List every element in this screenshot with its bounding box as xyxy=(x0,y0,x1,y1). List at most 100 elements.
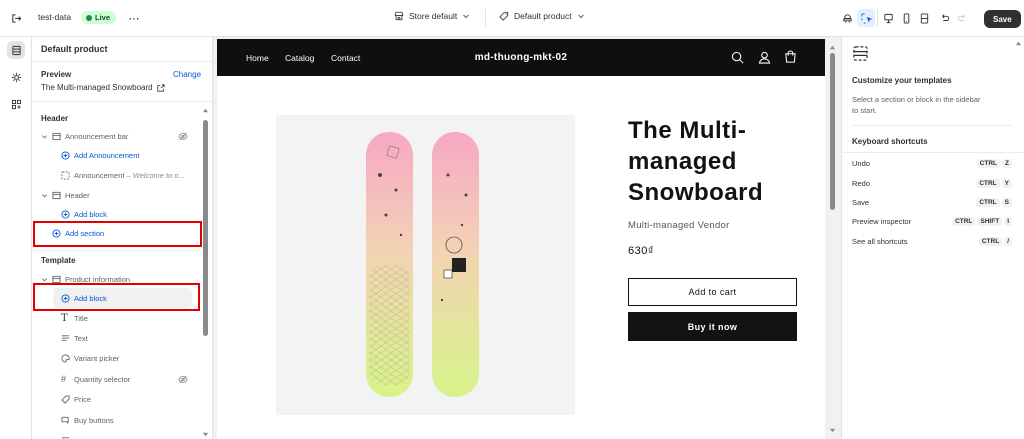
right-panel-scrollbar[interactable] xyxy=(1013,37,1024,439)
cart-icon[interactable] xyxy=(784,50,797,64)
chevron-down-icon xyxy=(463,14,470,19)
product-image[interactable] xyxy=(276,115,575,415)
save-button[interactable]: Save xyxy=(984,10,1021,28)
live-label: Live xyxy=(95,13,111,22)
live-dot-icon xyxy=(86,14,92,21)
select-element-icon[interactable] xyxy=(857,9,875,27)
chevron-down-icon xyxy=(42,277,47,281)
kbd-key: Z xyxy=(1002,159,1012,168)
buy-now-button[interactable]: Buy it now xyxy=(628,312,797,341)
shortcut-label: Redo xyxy=(852,178,870,188)
chevron-down-icon xyxy=(577,14,584,19)
block-buy-buttons[interactable]: Buy buttons xyxy=(32,410,202,430)
product-title-line: Snowboard xyxy=(628,179,764,206)
scroll-up-arrow-icon[interactable] xyxy=(1015,40,1022,47)
divider xyxy=(842,152,1024,153)
product-vendor: Multi-managed Vendor xyxy=(628,220,730,231)
row-label: Announcement xyxy=(74,170,125,180)
right-panel: Customize your templates Select a sectio… xyxy=(841,37,1024,439)
description-line: Select a section or block in the sidebar xyxy=(852,95,981,104)
kbd-key: CTRL xyxy=(976,198,1000,207)
snowboard-left xyxy=(366,132,413,397)
text-lines-icon xyxy=(61,436,70,438)
snowboard-illustration xyxy=(366,132,479,397)
fullscreen-icon[interactable] xyxy=(915,9,933,27)
live-status-badge: Live xyxy=(81,11,117,24)
preview-scroll-thumb[interactable] xyxy=(830,53,835,210)
block-variant-picker[interactable]: Variant picker xyxy=(32,348,202,368)
sections-icon[interactable] xyxy=(7,41,25,59)
divider xyxy=(877,9,878,27)
sections-sidebar: Default product Preview Change The Multi… xyxy=(32,37,213,439)
kbd-key: CTRL xyxy=(978,237,1003,246)
inspector-icon[interactable] xyxy=(838,9,856,27)
scroll-down-arrow-icon[interactable] xyxy=(829,427,836,434)
shortcut-row: Preview inspector CTRL SHIFT I xyxy=(852,214,1012,228)
search-icon[interactable] xyxy=(731,51,744,64)
add-announcement-button[interactable]: Add Announcement xyxy=(32,145,202,165)
add-to-cart-button[interactable]: Add to cart xyxy=(628,278,797,306)
account-icon[interactable] xyxy=(758,51,771,64)
price-tag-icon xyxy=(61,394,70,404)
section-announcement-bar[interactable]: Announcement bar xyxy=(32,126,202,146)
row-label: Text xyxy=(74,333,88,343)
divider xyxy=(32,250,202,251)
shortcut-label: Undo xyxy=(852,158,870,168)
row-label: Header xyxy=(65,190,90,200)
theme-settings-icon[interactable] xyxy=(7,68,25,86)
block-text[interactable]: Text xyxy=(32,328,202,348)
section-header[interactable]: Header xyxy=(32,185,202,205)
block-title[interactable]: T Title xyxy=(32,308,202,328)
kbd-key: S xyxy=(1001,198,1012,207)
kbd-key: CTRL xyxy=(976,159,1001,168)
top-bar: test-data Live ⋯ Store default Default p… xyxy=(0,0,1024,37)
eye-off-icon[interactable] xyxy=(178,375,188,384)
eye-off-icon[interactable] xyxy=(178,132,188,141)
desktop-view-icon[interactable] xyxy=(879,9,897,27)
change-preview-link[interactable]: Change xyxy=(173,70,201,79)
scroll-up-arrow-icon[interactable] xyxy=(829,44,836,51)
store-select[interactable]: Store default xyxy=(394,11,470,21)
apps-icon[interactable] xyxy=(7,95,25,113)
shortcut-row: Undo CTRL Z xyxy=(852,156,1012,170)
block-quantity-selector[interactable]: # Quantity selector xyxy=(32,369,202,389)
kbd-key: SHIFT xyxy=(977,217,1003,226)
theme-name: test-data xyxy=(38,12,72,22)
more-actions-icon[interactable]: ⋯ xyxy=(125,9,143,27)
divider xyxy=(32,61,212,62)
variant-icon xyxy=(61,353,70,363)
kbd-key: / xyxy=(1004,237,1012,246)
redo-icon[interactable] xyxy=(953,9,971,27)
store-header: Home Catalog Contact md-thuong-mkt-02 xyxy=(217,39,825,76)
block-icon xyxy=(61,170,70,180)
product-price: 630₫ xyxy=(628,245,654,257)
block-announcement[interactable]: Announcement – Welcome to o... xyxy=(32,165,202,185)
product-title-line: managed xyxy=(628,148,737,175)
shortcut-row: Save CTRL S xyxy=(852,195,1012,209)
sidebar-scroll-thumb[interactable] xyxy=(203,120,208,336)
left-rail xyxy=(0,37,32,439)
exit-icon[interactable] xyxy=(7,9,25,27)
template-select[interactable]: Default product xyxy=(499,11,585,21)
divider xyxy=(852,125,1012,126)
divider xyxy=(485,9,486,27)
scroll-up-arrow-icon[interactable] xyxy=(202,107,209,114)
shortcut-row[interactable]: See all shortcuts CTRL / xyxy=(852,234,1012,248)
customize-heading: Customize your templates xyxy=(852,76,952,85)
hash-icon: # xyxy=(61,374,67,384)
mobile-view-icon[interactable] xyxy=(897,9,915,27)
highlight-box-add-block xyxy=(33,283,200,311)
row-label: Price xyxy=(74,394,92,404)
store-preview[interactable]: Home Catalog Contact md-thuong-mkt-02 Th… xyxy=(217,39,825,439)
row-label: Buy buttons xyxy=(74,415,114,425)
text-lines-icon xyxy=(61,334,70,341)
preview-scrollbar[interactable] xyxy=(828,39,837,439)
preview-product[interactable]: The Multi-managed Snowboard xyxy=(41,83,165,92)
kbd-key: CTRL xyxy=(976,179,1000,188)
block-price[interactable]: Price xyxy=(32,389,202,409)
undo-icon[interactable] xyxy=(936,9,954,27)
scroll-down-arrow-icon[interactable] xyxy=(202,431,209,438)
sidebar-scrollbar[interactable] xyxy=(202,107,209,437)
shortcuts-heading: Keyboard shortcuts xyxy=(852,137,928,146)
customize-description: Select a section or block in the sidebar… xyxy=(852,94,980,116)
